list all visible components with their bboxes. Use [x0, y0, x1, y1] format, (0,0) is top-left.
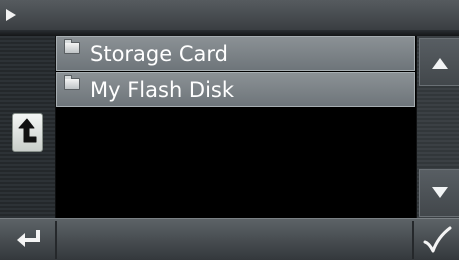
folder-icon — [64, 74, 80, 90]
scrollbar[interactable] — [416, 36, 459, 218]
back-button[interactable] — [14, 227, 46, 251]
scroll-down-button[interactable] — [419, 169, 459, 217]
divider — [55, 221, 57, 259]
folder-up-icon — [18, 118, 37, 143]
file-list: Storage Card My Flash Disk — [56, 36, 416, 218]
title-bar — [0, 0, 459, 30]
bottom-bar — [0, 218, 459, 260]
list-item-label: My Flash Disk — [90, 77, 235, 102]
folder-icon — [64, 38, 80, 54]
triangle-up-icon — [432, 58, 448, 69]
list-item[interactable]: Storage Card — [56, 36, 415, 71]
list-item[interactable]: My Flash Disk — [56, 72, 415, 107]
folder-up-button[interactable] — [12, 113, 43, 152]
list-item-label: Storage Card — [90, 41, 228, 66]
scroll-up-button[interactable] — [419, 38, 459, 86]
triangle-down-icon — [432, 187, 448, 198]
ok-button[interactable] — [421, 225, 453, 255]
play-icon[interactable] — [6, 9, 16, 21]
return-arrow-icon — [17, 230, 40, 247]
divider — [412, 221, 414, 259]
file-browser-screen: Storage Card My Flash Disk — [0, 0, 459, 260]
checkmark-icon — [423, 226, 452, 253]
